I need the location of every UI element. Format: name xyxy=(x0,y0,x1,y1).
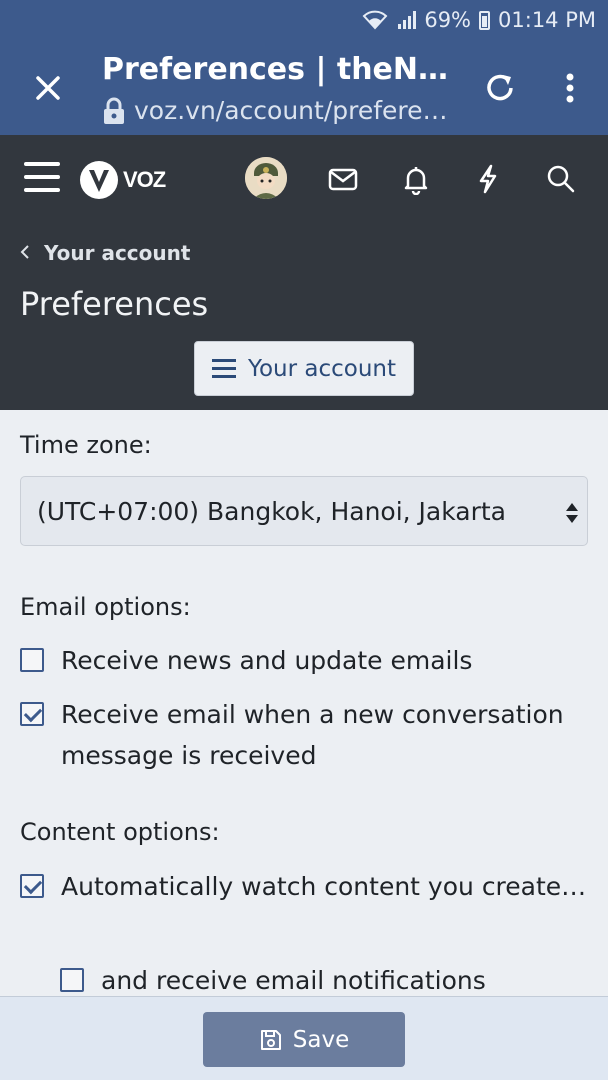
select-arrows-icon xyxy=(565,501,579,523)
logo-text: VOZ xyxy=(123,167,166,192)
site-nav: VOZ xyxy=(0,135,608,223)
checkbox-label: Automatically watch content you create… xyxy=(61,872,587,901)
checkbox-icon[interactable] xyxy=(20,648,44,672)
checkbox-checked-icon[interactable] xyxy=(20,702,44,726)
chevron-left-icon xyxy=(20,241,30,265)
time-zone-value: (UTC+07:00) Bangkok, Hanoi, Jakarta xyxy=(37,496,506,526)
close-icon[interactable] xyxy=(28,68,68,108)
save-icon xyxy=(259,1028,283,1052)
breadcrumb[interactable]: Your account xyxy=(20,241,190,265)
status-bar: 69% 01:14 PM xyxy=(0,0,608,40)
email-options-label: Email options: xyxy=(20,593,191,621)
menu-icon xyxy=(211,358,236,379)
clock: 01:14 PM xyxy=(498,8,596,32)
preferences-form: Time zone: (UTC+07:00) Bangkok, Hanoi, J… xyxy=(0,410,608,1000)
browser-url[interactable]: voz.vn/account/preferen… xyxy=(102,96,452,125)
your-account-button[interactable]: Your account xyxy=(194,341,414,396)
signal-icon xyxy=(396,10,417,30)
lock-icon xyxy=(102,97,126,125)
page-title: Preferences xyxy=(20,285,209,323)
browser-page-title: Preferences | theNEX… xyxy=(102,52,452,87)
your-account-button-label: Your account xyxy=(247,355,397,382)
browser-toolbar: Preferences | theNEX… voz.vn/account/pre… xyxy=(0,40,608,135)
bell-icon[interactable] xyxy=(400,163,432,196)
battery-percent: 69% xyxy=(424,8,472,32)
save-button-label: Save xyxy=(292,1026,350,1053)
more-vert-icon[interactable] xyxy=(556,68,584,108)
checkbox-label: Receive email when a new conversation me… xyxy=(61,700,564,770)
avatar[interactable] xyxy=(245,157,287,199)
hamburger-icon[interactable] xyxy=(24,162,60,194)
site-header: VOZ Your account Preferences Your accoun… xyxy=(0,135,608,410)
search-icon[interactable] xyxy=(545,163,577,195)
time-zone-select[interactable]: (UTC+07:00) Bangkok, Hanoi, Jakarta xyxy=(20,476,588,546)
checkbox-label: and receive email notifications xyxy=(101,966,486,995)
logo-mark-icon xyxy=(80,161,118,199)
site-logo[interactable]: VOZ xyxy=(80,161,166,199)
reload-icon[interactable] xyxy=(480,68,520,108)
mail-icon[interactable] xyxy=(327,163,359,195)
form-footer: Save xyxy=(0,996,608,1080)
checkbox-conversation-emails[interactable]: Receive email when a new conversation me… xyxy=(20,694,590,776)
checkbox-icon[interactable] xyxy=(60,968,84,992)
wifi-icon xyxy=(362,10,388,30)
url-text: voz.vn/account/preferen… xyxy=(134,96,452,125)
checkbox-email-notifications[interactable]: and receive email notifications xyxy=(60,960,590,1001)
time-zone-label: Time zone: xyxy=(20,431,152,459)
breadcrumb-label: Your account xyxy=(44,241,191,265)
checkbox-checked-icon[interactable] xyxy=(20,874,44,898)
save-button[interactable]: Save xyxy=(203,1012,405,1067)
content-options-label: Content options: xyxy=(20,818,220,846)
checkbox-watch-content[interactable]: Automatically watch content you create… xyxy=(20,866,590,907)
battery-icon xyxy=(479,10,491,30)
checkbox-label: Receive news and update emails xyxy=(61,646,473,675)
bolt-icon[interactable] xyxy=(472,163,504,195)
checkbox-news-emails[interactable]: Receive news and update emails xyxy=(20,640,590,681)
